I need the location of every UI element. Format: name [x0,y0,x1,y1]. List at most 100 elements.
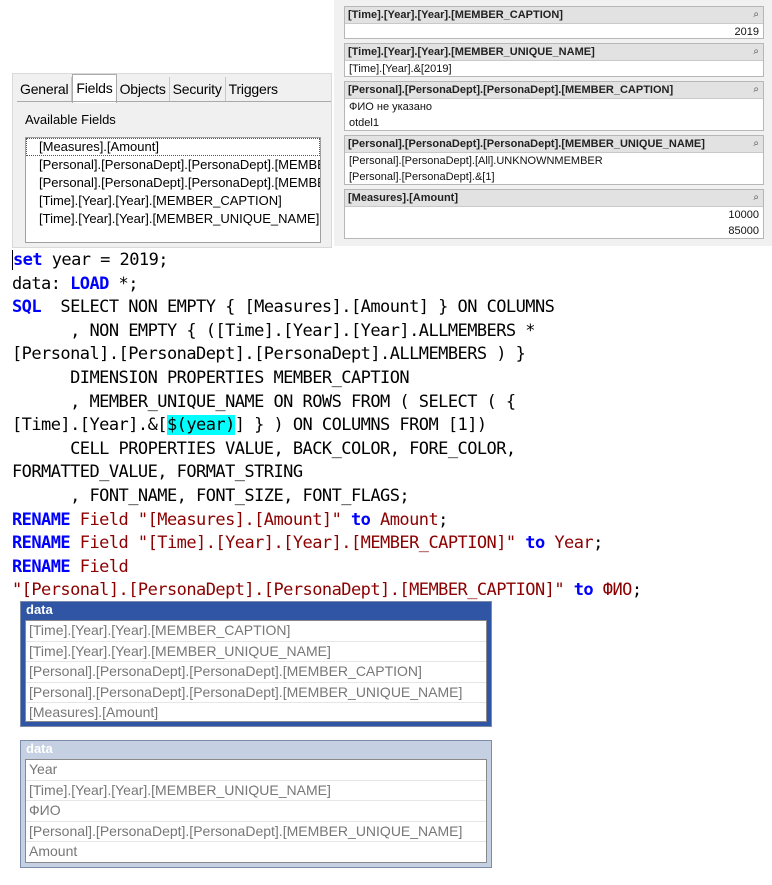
field-list-item[interactable]: [Personal].[PersonaDept].[PersonaDept].[… [26,174,320,192]
script-line[interactable]: DIMENSION PROPERTIES MEMBER_CAPTION [12,367,642,391]
script-line[interactable]: [Time].[Year].&[$(year)] } ) ON COLUMNS … [12,414,642,438]
script-line[interactable]: data: LOAD *; [12,273,642,297]
script-line[interactable]: CELL PROPERTIES VALUE, BACK_COLOR, FORE_… [12,438,642,462]
script-keyword: to [515,533,545,554]
field-listboxes-panel: [Time].[Year].[Year].[MEMBER_CAPTION] ⌕ 2… [334,0,772,246]
script-keyword: RENAME [12,533,71,554]
table-field[interactable]: [Time].[Year].[Year].[MEMBER_UNIQUE_NAME… [26,781,486,801]
listbox-value[interactable]: [Personal].[PersonaDept].&[1] [345,169,763,185]
listbox-value[interactable]: [Time].[Year].&[2019] [345,61,763,77]
tab-bar: General Fields Objects Security Triggers [17,74,281,103]
script-line[interactable]: [Personal].[PersonaDept].[PersonaDept].A… [12,343,642,367]
field-list-item[interactable]: [Time].[Year].[Year].[MEMBER_CAPTION] [26,192,320,210]
table-field[interactable]: [Time].[Year].[Year].[MEMBER_UNIQUE_NAME… [26,642,486,662]
script-token: FORMATTED_VALUE, FORMAT_STRING [12,462,303,483]
table-field[interactable]: [Personal].[PersonaDept].[PersonaDept].[… [26,683,486,703]
script-keyword: to [564,580,594,601]
table-field[interactable]: [Time].[Year].[Year].[MEMBER_CAPTION] [26,621,486,642]
table-box-before-rename[interactable]: data [Time].[Year].[Year].[MEMBER_CAPTIO… [20,601,492,727]
search-icon[interactable]: ⌕ [753,44,759,60]
table-box-after-rename[interactable]: data Year [Time].[Year].[Year].[MEMBER_U… [20,740,492,868]
script-token: CELL PROPERTIES VALUE, BACK_COLOR, FORE_… [12,438,516,459]
script-line[interactable]: , NON EMPTY { ([Time].[Year].[Year].ALLM… [12,320,642,344]
script-token: "[Measures].[Amount]" [137,509,342,530]
listbox-value[interactable]: ФИО не указано [345,99,763,115]
script-keyword: RENAME [12,556,71,577]
script-line[interactable]: RENAME Field "[Measures].[Amount]" to Am… [12,509,642,533]
tab-general[interactable]: General [17,77,73,101]
table-field-list: [Time].[Year].[Year].[MEMBER_CAPTION] [T… [25,620,487,722]
script-token: "[Time].[Year].[Year].[MEMBER_CAPTION]" [137,533,516,554]
available-fields-label: Available Fields [25,112,116,127]
field-list-item[interactable]: [Measures].[Amount] [26,138,320,156]
search-icon[interactable]: ⌕ [753,190,759,206]
script-line[interactable]: FORMATTED_VALUE, FORMAT_STRING [12,461,642,485]
script-token: ] } ) ON COLUMNS FROM [1]) [234,415,487,436]
listbox-value[interactable]: 2019 [345,24,763,40]
listbox-value[interactable]: otdel1 [345,115,763,131]
search-icon[interactable]: ⌕ [753,7,759,23]
table-title: data [26,602,53,617]
table-title: data [26,741,53,756]
load-script-editor[interactable]: set year = 2019; data: LOAD *; SQL SELECT … [12,249,642,603]
script-token: Year [544,533,594,554]
listbox-value[interactable]: 10000 [345,207,763,223]
table-field-list: Year [Time].[Year].[Year].[MEMBER_UNIQUE… [25,759,487,863]
listbox-title: [Personal].[PersonaDept].[PersonaDept].[… [348,84,674,96]
script-token: DIMENSION PROPERTIES MEMBER_CAPTION [12,367,410,388]
listbox-person-caption[interactable]: [Personal].[PersonaDept].[PersonaDept].[… [344,81,764,131]
listbox-value[interactable]: [Personal].[PersonaDept].[All].UNKNOWNME… [345,153,763,169]
script-line[interactable]: SQL SELECT NON EMPTY { [Measures].[Amoun… [12,296,642,320]
script-token: *; [108,273,139,294]
script-token: ; [631,580,642,601]
field-list-item[interactable]: [Personal].[PersonaDept].[PersonaDept].[… [26,156,320,174]
script-token: , NON EMPTY { ([Time].[Year].[Year].ALLM… [12,320,535,341]
script-token: ; [438,509,448,530]
script-token: SELECT NON EMPTY { [Measures].[Amount] }… [41,297,555,318]
script-keyword: RENAME [12,509,71,530]
script-token: , MEMBER_UNIQUE_NAME ON ROWS FROM ( SELE… [12,391,516,412]
script-token: data: [12,273,71,294]
script-line[interactable]: set year = 2019; [12,249,642,273]
script-token: ФИО [593,580,633,601]
script-token: , FONT_NAME, FONT_SIZE, FONT_FLAGS; [12,485,410,506]
table-field[interactable]: [Personal].[PersonaDept].[PersonaDept].[… [26,662,486,683]
script-token: Amount [370,509,439,530]
script-token: year = 2019; [42,250,169,270]
field-list-item[interactable]: [Time].[Year].[Year].[MEMBER_UNIQUE_NAME… [26,210,320,228]
table-field[interactable]: [Personal].[PersonaDept].[PersonaDept].[… [26,822,486,842]
listbox-title: [Time].[Year].[Year].[MEMBER_UNIQUE_NAME… [348,46,595,58]
listbox-time-unique-name[interactable]: [Time].[Year].[Year].[MEMBER_UNIQUE_NAME… [344,43,764,77]
search-icon[interactable]: ⌕ [753,82,759,98]
tab-objects[interactable]: Objects [117,77,170,101]
script-token: ; [593,533,603,554]
listbox-value[interactable]: 85000 [345,223,763,239]
script-keyword: to [341,509,371,530]
table-field[interactable]: [Measures].[Amount] [26,703,486,721]
script-keyword: set [12,250,43,270]
table-field[interactable]: ФИО [26,801,486,822]
sheet-properties-dialog: General Fields Objects Security Triggers… [12,73,332,248]
tab-fields[interactable]: Fields [72,74,117,103]
script-line[interactable]: , FONT_NAME, FONT_SIZE, FONT_FLAGS; [12,485,642,509]
available-fields-list[interactable]: [Measures].[Amount] [Personal].[PersonaD… [25,137,321,243]
listbox-title: [Measures].[Amount] [348,192,459,204]
script-line[interactable]: RENAME Field "[Time].[Year].[Year].[MEMB… [12,532,642,556]
script-line[interactable]: RENAME Field [12,556,642,580]
table-field[interactable]: Year [26,760,486,781]
listbox-person-unique-name[interactable]: [Personal].[PersonaDept].[PersonaDept].[… [344,135,764,185]
script-line[interactable]: "[Personal].[PersonaDept].[PersonaDept].… [12,579,642,603]
table-field[interactable]: Amount [26,842,486,862]
script-token: "[Personal].[PersonaDept].[PersonaDept].… [12,580,565,601]
listbox-time-caption[interactable]: [Time].[Year].[Year].[MEMBER_CAPTION] ⌕ 2… [344,6,764,39]
script-variable-highlight: $(year) [166,415,235,436]
tab-triggers[interactable]: Triggers [226,77,281,101]
script-keyword: LOAD [70,273,109,294]
script-token: [Personal].[PersonaDept].[PersonaDept].A… [12,344,526,365]
script-token: Field [70,556,129,577]
search-icon[interactable]: ⌕ [753,136,759,152]
tab-security[interactable]: Security [170,77,226,101]
listbox-measures-amount[interactable]: [Measures].[Amount] ⌕ 10000 85000 [344,189,764,239]
script-line[interactable]: , MEMBER_UNIQUE_NAME ON ROWS FROM ( SELE… [12,391,642,415]
script-token: Field [70,533,138,554]
